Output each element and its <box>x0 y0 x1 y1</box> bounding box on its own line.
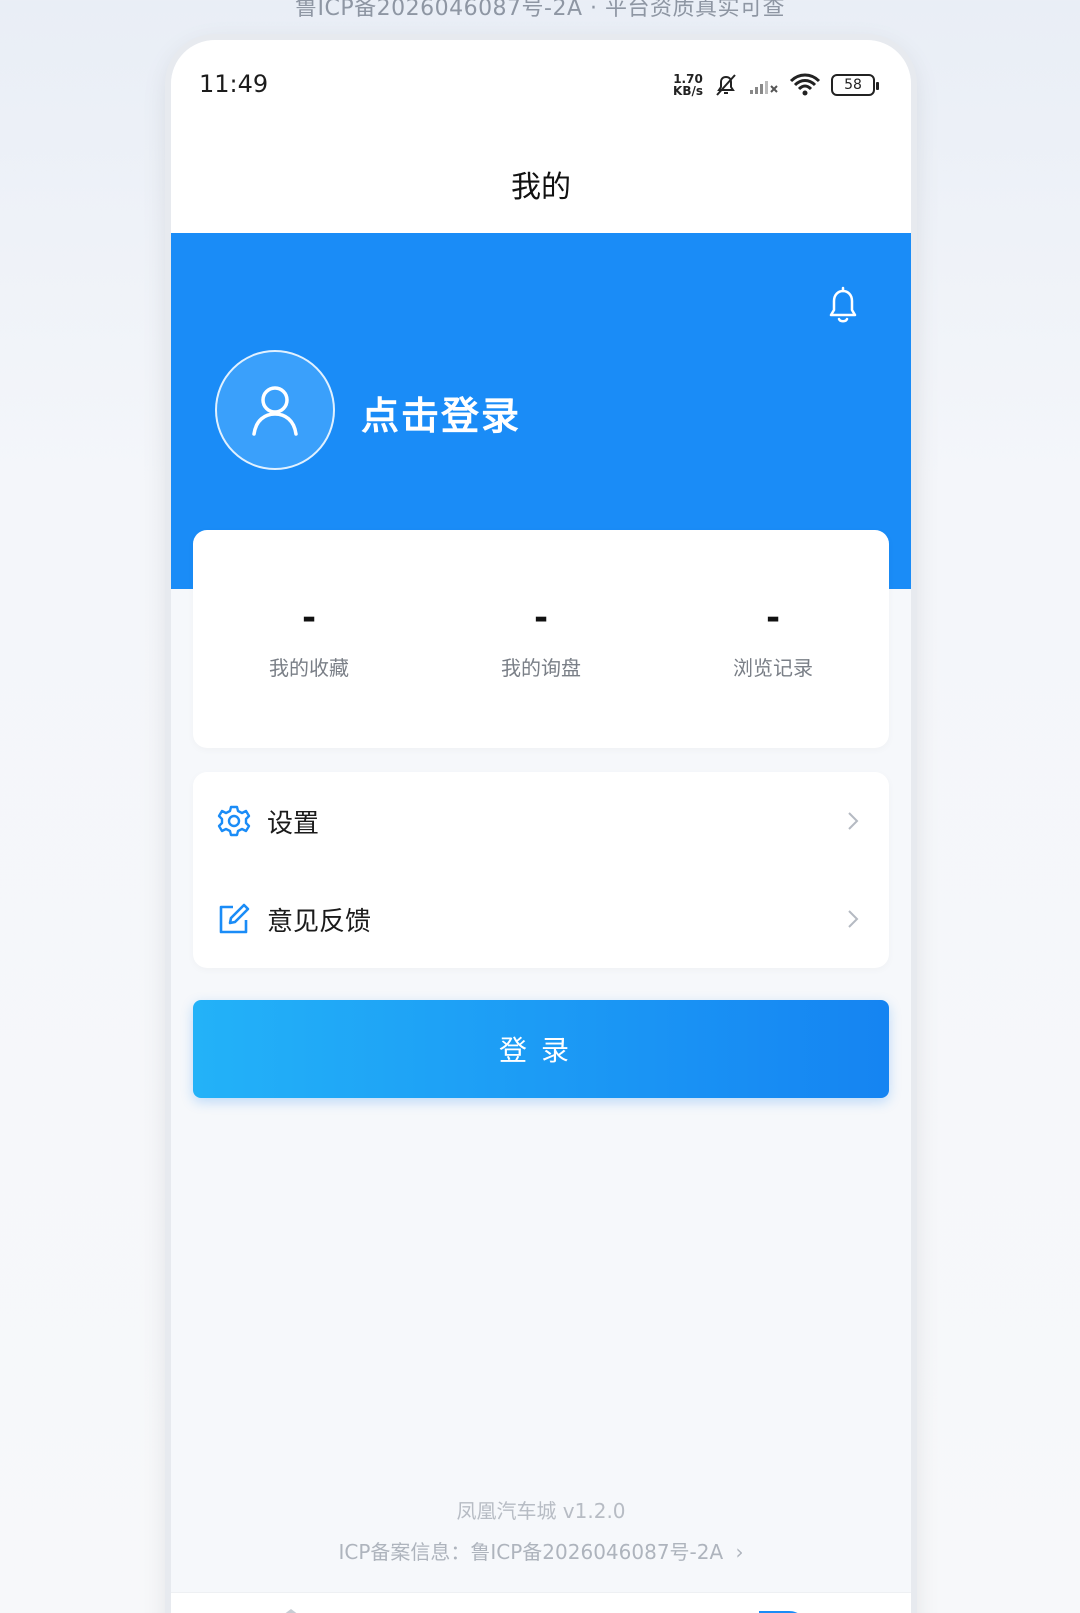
mute-icon <box>716 74 736 96</box>
stat-label: 我的询盘 <box>501 655 581 680</box>
login-prompt[interactable]: 点击登录 <box>361 385 521 440</box>
status-icons: 1.70 KB/s 58 <box>673 70 879 100</box>
stats-card: - 我的收藏 - 我的询盘 - 浏览记录 <box>193 530 889 748</box>
stat-history[interactable]: - 浏览记录 <box>673 598 873 681</box>
icp-info-link[interactable]: ICP备案信息：鲁ICP备2026046087号-2A › <box>171 1536 911 1565</box>
page-title: 我的 <box>171 135 911 233</box>
app-version: 凤凰汽车城 v1.2.0 <box>456 1499 626 1523</box>
wifi-icon <box>789 73 821 96</box>
net-speed: 1.70 KB/s <box>673 72 703 98</box>
phone-screen: 11:49 1.70 KB/s 58 我的 点击登录 - 我的收藏 - 我的询盘… <box>171 40 911 1613</box>
menu-label: 意见反馈 <box>267 906 372 937</box>
status-bar: 11:49 1.70 KB/s 58 <box>171 40 911 135</box>
stat-favorites[interactable]: - 我的收藏 <box>209 598 409 681</box>
status-time: 11:49 <box>199 70 269 98</box>
icp-caption: 鲁ICP备2026046087号-2A · 平台资质真实可查 <box>294 0 786 21</box>
menu-label: 设置 <box>267 808 320 839</box>
avatar[interactable] <box>215 350 335 470</box>
stat-value: - <box>765 597 781 638</box>
edit-icon <box>217 902 251 936</box>
chevron-right-icon: › <box>735 1540 744 1564</box>
login-button[interactable]: 登录 <box>193 1000 889 1098</box>
stat-label: 浏览记录 <box>733 655 813 680</box>
menu-item-feedback[interactable]: 意见反馈 <box>193 870 889 968</box>
stat-value: - <box>301 597 317 638</box>
stat-inquiries[interactable]: - 我的询盘 <box>441 598 641 681</box>
chevron-right-icon <box>848 910 859 928</box>
user-icon <box>252 386 298 436</box>
signal-icon <box>750 81 778 94</box>
battery-indicator: 58 <box>831 74 879 96</box>
gear-icon <box>217 804 251 838</box>
mine-tab-icon[interactable] <box>751 1603 811 1613</box>
stat-value: - <box>533 597 549 638</box>
menu-card: 设置 意见反馈 <box>193 772 889 968</box>
bell-icon[interactable] <box>819 281 867 329</box>
search-tab-icon[interactable] <box>511 1603 571 1613</box>
stat-label: 我的收藏 <box>269 655 349 680</box>
menu-item-settings[interactable]: 设置 <box>193 772 889 870</box>
chevron-right-icon <box>848 812 859 830</box>
bottom-tab-bar <box>171 1592 911 1613</box>
icp-info-text: ICP备案信息：鲁ICP备2026046087号-2A <box>338 1540 724 1564</box>
home-tab-icon[interactable] <box>261 1603 321 1613</box>
